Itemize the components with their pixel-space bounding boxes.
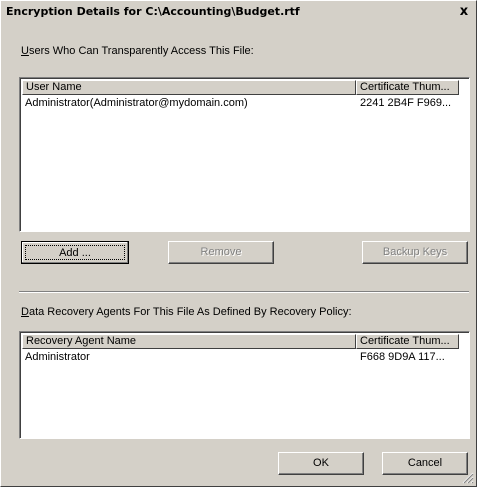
- add-button[interactable]: Add ...: [21, 241, 129, 264]
- encryption-details-dialog: Encryption Details for C:\Accounting\Bud…: [0, 0, 477, 487]
- recovery-section-label: Data Recovery Agents For This File As De…: [21, 306, 352, 318]
- column-header-user-name[interactable]: User Name: [22, 80, 356, 95]
- users-list-header: User Name Certificate Thum...: [22, 80, 467, 95]
- add-button-label: Add ...: [25, 245, 125, 260]
- users-list[interactable]: User Name Certificate Thum... Administra…: [19, 77, 470, 232]
- thumbprint-cell: 2241 2B4F F969...: [360, 97, 452, 109]
- recovery-agents-list[interactable]: Recovery Agent Name Certificate Thum... …: [19, 331, 470, 439]
- column-header-certificate-thumbprint[interactable]: Certificate Thum...: [356, 80, 459, 95]
- resize-grip-icon[interactable]: [462, 472, 474, 484]
- column-header-recovery-agent-name[interactable]: Recovery Agent Name: [22, 334, 356, 349]
- window-title: Encryption Details for C:\Accounting\Bud…: [6, 5, 300, 18]
- close-icon[interactable]: x: [456, 5, 472, 19]
- list-item[interactable]: Administrator(Administrator@mydomain.com…: [22, 96, 467, 110]
- recovery-agent-name-cell: Administrator: [25, 351, 90, 363]
- title-bar[interactable]: Encryption Details for C:\Accounting\Bud…: [4, 4, 473, 21]
- backup-keys-button[interactable]: Backup Keys: [362, 241, 468, 264]
- separator: [19, 291, 469, 293]
- remove-button[interactable]: Remove: [168, 241, 274, 264]
- users-section-label: Users Who Can Transparently Access This …: [21, 45, 254, 57]
- column-header-certificate-thumbprint[interactable]: Certificate Thum...: [356, 334, 459, 349]
- recovery-list-header: Recovery Agent Name Certificate Thum...: [22, 334, 467, 349]
- ok-button[interactable]: OK: [278, 452, 364, 475]
- user-name-cell: Administrator(Administrator@mydomain.com…: [25, 97, 248, 109]
- cancel-button[interactable]: Cancel: [382, 452, 468, 475]
- list-item[interactable]: Administrator F668 9D9A 117...: [22, 350, 467, 364]
- thumbprint-cell: F668 9D9A 117...: [360, 351, 445, 363]
